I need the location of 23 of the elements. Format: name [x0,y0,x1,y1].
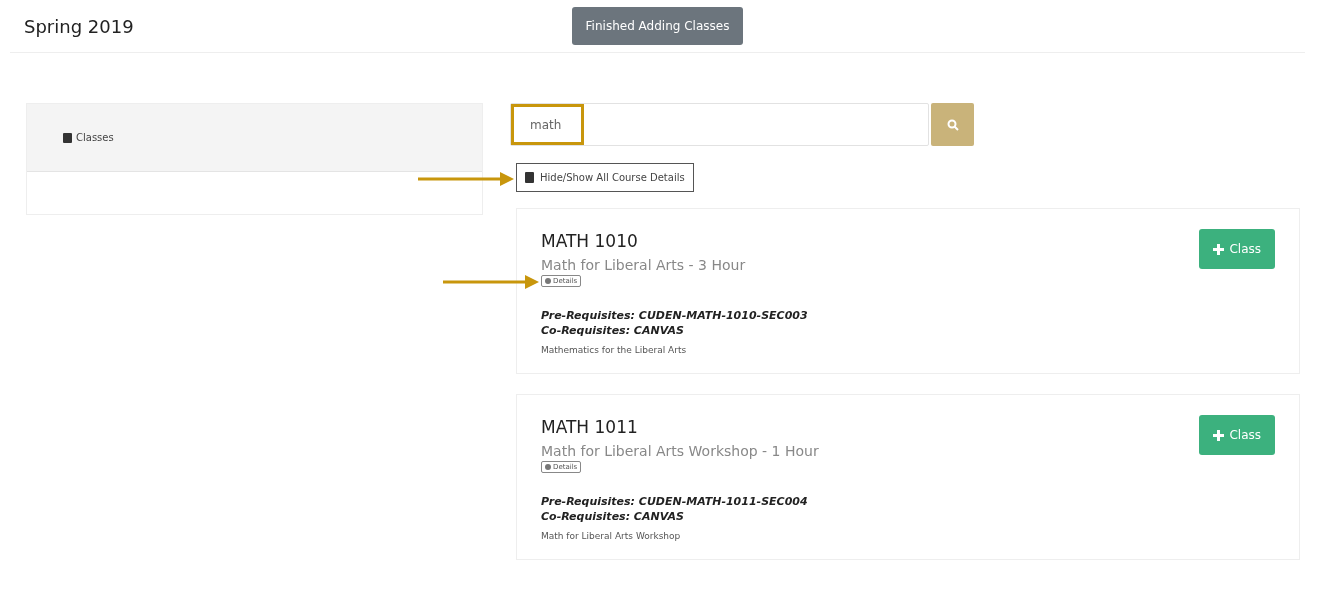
search-field[interactable]: math [510,103,929,146]
term-title: Spring 2019 [23,15,135,37]
classes-tab[interactable]: Classes [63,132,114,143]
course-code: MATH 1011 [541,417,639,437]
course-title: Math for Liberal Arts Workshop - 1 Hour [541,443,819,459]
course-code: MATH 1010 [541,231,639,251]
hide-show-details-button[interactable]: Hide/Show All Course Details [516,163,694,192]
prerequisites-text: Pre-Requisites: CUDEN-MATH-1011-SEC004 [541,495,809,508]
plus-icon [1213,243,1225,255]
course-title: Math for Liberal Arts - 3 Hour [541,257,746,273]
finished-adding-classes-button[interactable]: Finished Adding Classes [571,7,744,45]
info-icon [545,278,551,284]
corequisites-text: Co-Requisites: CANVAS [541,510,685,523]
course-description: Math for Liberal Arts Workshop [541,531,682,541]
book-icon [63,132,72,143]
info-icon [545,464,551,470]
search-button[interactable] [931,103,974,146]
corequisites-text: Co-Requisites: CANVAS [541,324,685,337]
course-description: Mathematics for the Liberal Arts [541,345,688,355]
book-icon [525,172,534,183]
search-icon [946,118,959,131]
plus-icon [1213,429,1225,441]
prerequisites-text: Pre-Requisites: CUDEN-MATH-1010-SEC003 [541,309,809,322]
